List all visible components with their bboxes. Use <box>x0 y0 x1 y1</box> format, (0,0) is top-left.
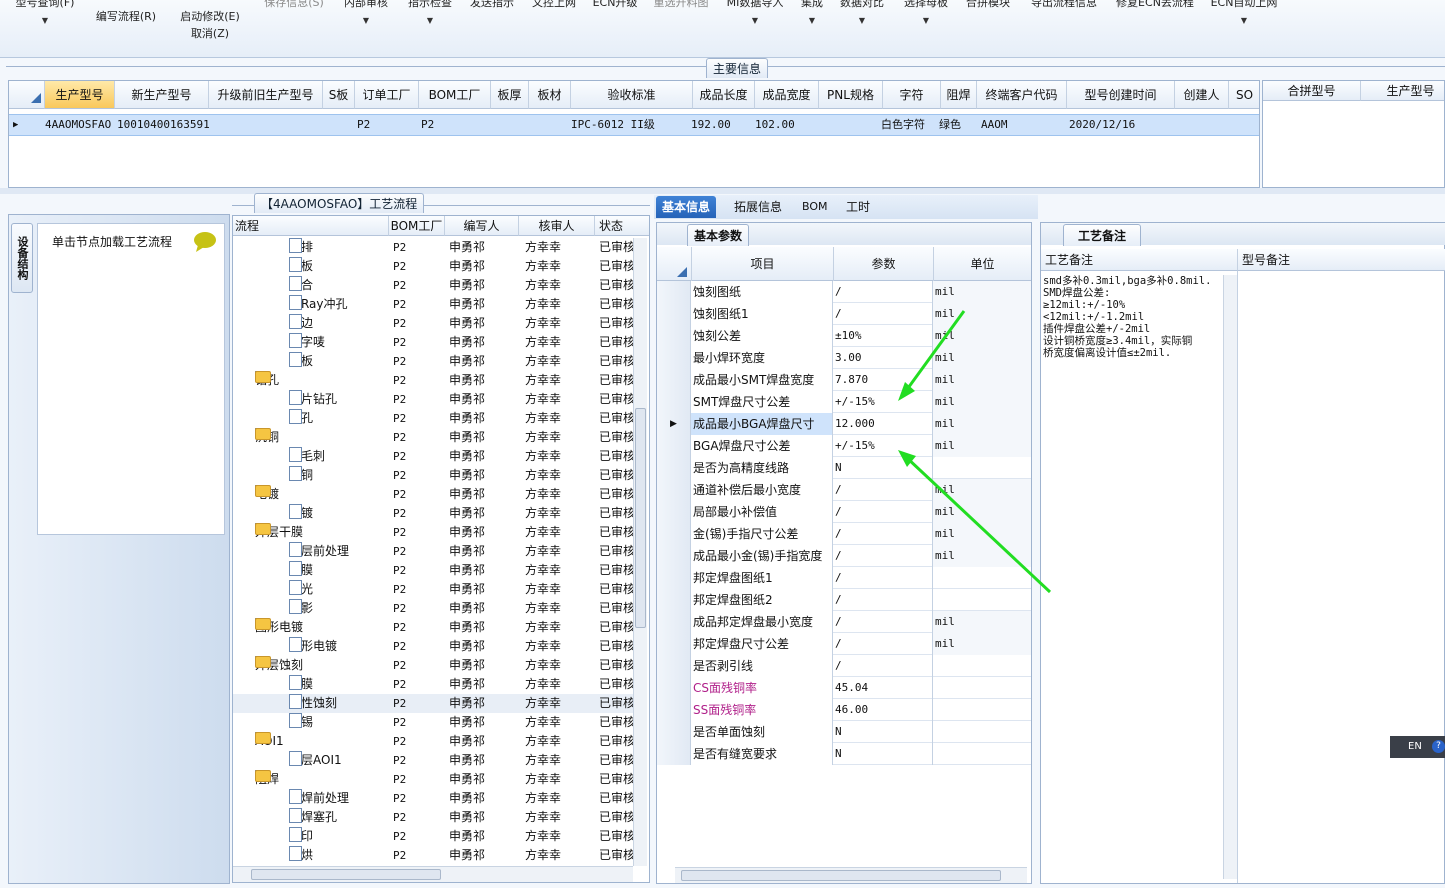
arrow-line-lower <box>904 455 1052 594</box>
app-window: 型号查询(F) ▼ 编写流程(R) 启动修改(E) 取消(Z) 保存信息(S) 内… <box>0 0 1445 888</box>
annotation-arrows <box>898 310 1052 594</box>
arrow-line-upper <box>901 310 966 396</box>
arrow-head-upper <box>898 382 915 401</box>
